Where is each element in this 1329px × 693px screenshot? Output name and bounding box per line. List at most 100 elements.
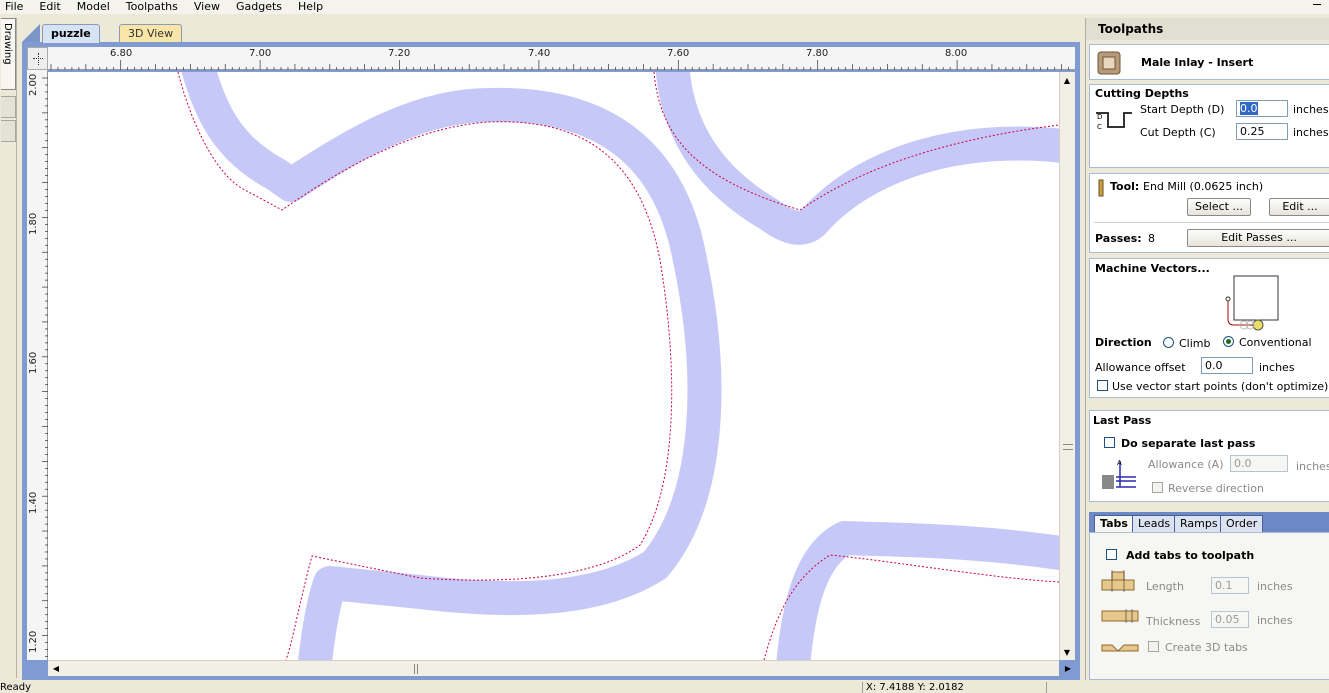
reverse-direction-checkbox[interactable] — [1152, 482, 1163, 493]
direction-label: Direction — [1095, 336, 1152, 349]
vertical-scrollbar[interactable]: ▲ ▼ — [1059, 72, 1075, 660]
svg-text:A: A — [1117, 459, 1122, 467]
add-tabs-label: Add tabs to toolpath — [1126, 549, 1255, 562]
scroll-thumb-v[interactable] — [1063, 444, 1073, 450]
side-button-2[interactable] — [1, 120, 16, 142]
horizontal-ruler-ticks — [50, 60, 1069, 70]
conventional-label: Conventional — [1239, 336, 1312, 349]
tab-3d-view[interactable]: 3D View — [119, 24, 183, 43]
tab-ramps[interactable]: Ramps — [1174, 515, 1224, 532]
ruler-origin-icon[interactable] — [27, 47, 48, 70]
tab-thickness-input[interactable]: 0.05 — [1211, 611, 1249, 628]
cut-depth-label: Cut Depth (C) — [1140, 126, 1216, 139]
hruler-label: 6.80 — [110, 48, 133, 59]
start-depth-label: Start Depth (D) — [1140, 103, 1225, 116]
hruler-label: 8.00 — [945, 48, 968, 59]
last-pass-heading: Last Pass — [1093, 414, 1152, 427]
last-pass-section: Last Pass Do separate last pass A Allowa… — [1089, 410, 1329, 502]
tab-length-input[interactable]: 0.1 — [1211, 577, 1249, 594]
cutting-depths-heading: Cutting Depths — [1095, 87, 1189, 100]
svg-text:C: C — [1097, 123, 1102, 131]
tab-leads[interactable]: Leads — [1132, 515, 1177, 532]
passes-label: Passes: — [1095, 232, 1142, 245]
side-button-1[interactable] — [1, 96, 16, 118]
inches-unit: inches — [1293, 103, 1329, 116]
last-pass-diagram-icon: A — [1102, 459, 1136, 489]
vruler-label: 1.20 — [28, 630, 39, 653]
vector-start-checkbox[interactable] — [1097, 380, 1108, 391]
edit-tool-button[interactable]: Edit ... — [1269, 198, 1329, 216]
drawing-canvas[interactable] — [48, 72, 1059, 660]
toolpath-band — [655, 72, 1059, 245]
hruler-label: 7.40 — [528, 48, 551, 59]
menu-toolpaths[interactable]: Toolpaths — [118, 0, 186, 14]
menu-help[interactable]: Help — [290, 0, 331, 14]
tab-length-icon — [1101, 570, 1135, 592]
scroll-down-icon[interactable]: ▼ — [1060, 645, 1074, 659]
conventional-radio[interactable] — [1223, 336, 1234, 347]
toolpath-name: Male Inlay - Insert — [1141, 56, 1254, 69]
last-pass-allowance-input[interactable]: 0.0 — [1230, 455, 1288, 472]
app-window: File Edit Model Toolpaths View Gadgets H… — [0, 0, 1329, 693]
scroll-right-icon[interactable]: ▶ — [1061, 661, 1075, 675]
horizontal-scrollbar[interactable]: ◀ ▶ — [48, 660, 1071, 676]
toolpath-band — [181, 72, 722, 660]
tab-tabs[interactable]: Tabs — [1094, 515, 1134, 532]
document-tabs: puzzle 3D View — [22, 22, 1082, 43]
vruler-label: 1.60 — [28, 351, 39, 374]
vruler-label: 2.00 — [28, 73, 39, 96]
tab-puzzle[interactable]: puzzle — [42, 24, 100, 43]
inches-unit: inches — [1293, 126, 1329, 139]
toolpath-name-section: Male Inlay - Insert — [1089, 44, 1329, 80]
separate-last-pass-checkbox[interactable] — [1104, 437, 1115, 448]
vruler-label: 1.80 — [28, 212, 39, 235]
menu-file[interactable]: File — [0, 0, 31, 14]
add-tabs-checkbox[interactable] — [1106, 549, 1117, 560]
edit-passes-button[interactable]: Edit Passes ... — [1187, 229, 1329, 247]
drawing-tab[interactable]: Drawing — [1, 18, 16, 90]
hruler-label: 7.60 — [667, 48, 690, 59]
menu-edit[interactable]: Edit — [31, 0, 68, 14]
scroll-up-icon[interactable]: ▲ — [1060, 73, 1074, 87]
vruler-label: 1.40 — [28, 491, 39, 514]
machine-vectors-heading: Machine Vectors... — [1095, 262, 1210, 275]
tab-order[interactable]: Order — [1220, 515, 1264, 532]
reverse-direction-label: Reverse direction — [1168, 482, 1264, 495]
cutting-depths-section: Cutting Depths D C Start Depth (D) 0.0 i… — [1089, 84, 1329, 168]
machine-vectors-section: Machine Vectors... Direction Climb Conve… — [1089, 258, 1329, 398]
depth-diagram-icon: D C — [1096, 112, 1132, 131]
minimize-icon[interactable] — [1313, 4, 1321, 5]
cut-depth-input[interactable]: 0.25 — [1236, 123, 1288, 140]
status-text: Ready — [0, 682, 32, 693]
options-tab-bar: Tabs Leads Ramps Order — [1089, 512, 1329, 532]
drawing-tab-label: Drawing — [2, 23, 13, 65]
tab-thickness-icon — [1101, 609, 1139, 623]
status-divider — [1046, 682, 1047, 693]
toolpath-panel: Toolpaths Male Inlay - Insert Cutting De… — [1085, 18, 1329, 680]
scroll-left-icon[interactable]: ◀ — [49, 661, 63, 675]
hruler-label: 7.00 — [249, 48, 272, 59]
svg-text:D: D — [1097, 113, 1102, 121]
start-depth-input[interactable]: 0.0 — [1236, 100, 1288, 117]
menu-gadgets[interactable]: Gadgets — [228, 0, 290, 14]
vertical-ruler: 2.00 1.80 1.60 1.40 1.20 — [27, 70, 48, 660]
tab-thickness-label: Thickness — [1146, 615, 1201, 628]
inches-unit: inches — [1296, 460, 1329, 473]
allowance-offset-input[interactable]: 0.0 — [1201, 357, 1253, 374]
create-3d-tabs-label: Create 3D tabs — [1165, 641, 1248, 654]
end-mill-icon — [1098, 179, 1104, 197]
hruler-label: 7.20 — [388, 48, 411, 59]
menu-model[interactable]: Model — [69, 0, 118, 14]
toolpath-band — [776, 521, 1059, 660]
panel-title: Toolpaths — [1098, 22, 1164, 36]
side-strip: Drawing — [0, 18, 17, 678]
select-tool-button[interactable]: Select ... — [1187, 198, 1251, 216]
climb-radio[interactable] — [1163, 337, 1174, 348]
scroll-thumb-h[interactable] — [414, 664, 418, 674]
climb-label: Climb — [1179, 337, 1211, 350]
create-3d-tabs-checkbox[interactable] — [1148, 641, 1159, 652]
menu-view[interactable]: View — [186, 0, 228, 14]
3d-tab-icon — [1101, 644, 1139, 652]
vector-start-label: Use vector start points (don't optimize) — [1112, 380, 1329, 393]
last-pass-allowance-label: Allowance (A) — [1148, 458, 1224, 471]
